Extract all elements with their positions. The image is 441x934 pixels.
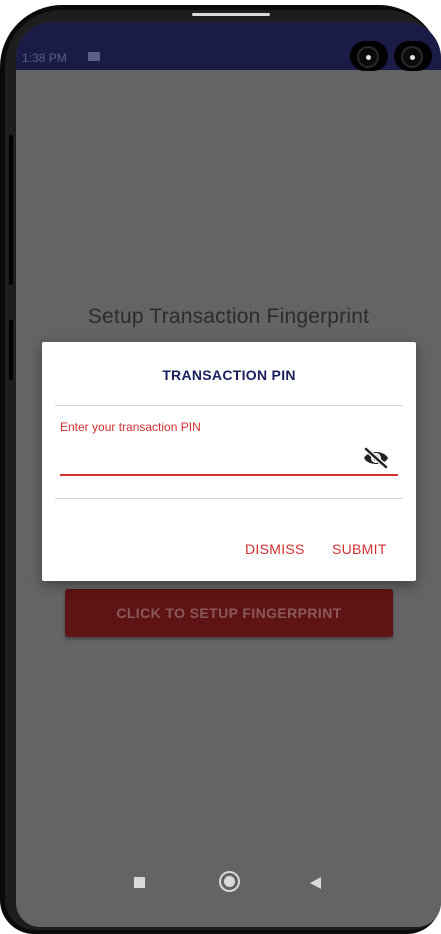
page-title: Setup Transaction Fingerprint <box>87 305 370 328</box>
home-nav-icon[interactable] <box>219 871 240 892</box>
pin-field-label: Enter your transaction PIN <box>60 420 201 434</box>
power-button <box>9 320 13 380</box>
submit-button[interactable]: SUBMIT <box>332 541 387 557</box>
dismiss-button[interactable]: DISMISS <box>245 541 305 557</box>
setup-fingerprint-button[interactable]: CLICK TO SETUP FINGERPRINT <box>65 589 393 637</box>
dialog-title: TRANSACTION PIN <box>162 367 296 383</box>
recents-nav-icon[interactable] <box>134 877 145 888</box>
volume-button <box>9 135 13 285</box>
pin-field-underline <box>60 474 398 476</box>
divider <box>55 498 403 499</box>
message-icon <box>88 52 100 61</box>
transaction-pin-input[interactable] <box>60 440 378 473</box>
back-nav-icon[interactable] <box>310 877 321 889</box>
status-bar: 1:38 PM <box>16 22 441 71</box>
divider <box>55 405 403 406</box>
front-camera-icon <box>350 41 388 71</box>
front-camera-icon <box>394 41 432 71</box>
eye-off-icon[interactable] <box>362 446 390 470</box>
transaction-pin-dialog: TRANSACTION PIN Enter your transaction P… <box>42 342 416 581</box>
status-time: 1:38 PM <box>22 51 67 65</box>
earpiece-speaker <box>192 13 270 16</box>
